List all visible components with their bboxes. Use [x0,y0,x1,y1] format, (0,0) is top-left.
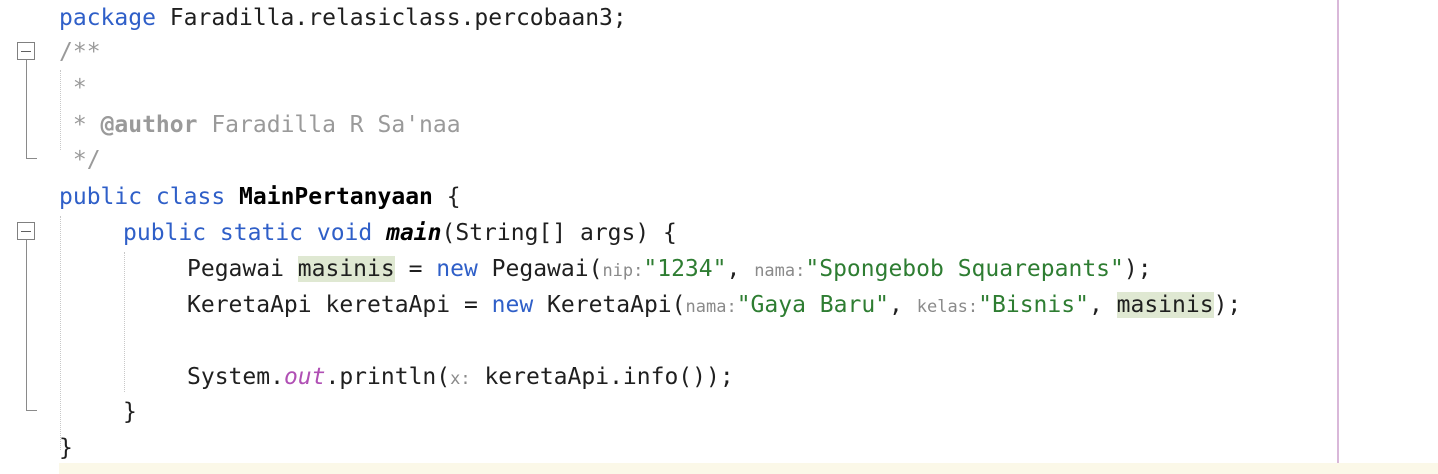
indent-guide [124,252,125,392]
method-name: main [386,220,442,246]
code-text: (String[] args) { [441,220,677,246]
fold-region-end [26,158,37,159]
code-line-4[interactable]: * @author Faradilla R Sa'naa [59,107,461,143]
fold-region-line [26,60,27,158]
code-line-7[interactable]: public static void main(String[] args) { [123,215,677,251]
string-literal: "1234" [643,256,727,282]
code-text: , [1088,292,1117,318]
fold-collapse-icon[interactable] [17,222,35,240]
comment-text: /** [59,39,101,65]
code-text: Pegawai( [477,256,603,282]
indent-guide [60,216,61,450]
comment-text: * [59,112,101,138]
code-line-11[interactable]: System.out.println(x: keretaApi.info()); [187,359,734,395]
fold-region-end [26,410,37,411]
parameter-hint: x: [450,369,471,389]
code-text: , [726,256,755,282]
code-text: KeretaApi keretaApi = [187,292,492,318]
code-line-3[interactable]: * [59,70,87,106]
code-line-8[interactable]: Pegawai masinis = new Pegawai(nip:"1234"… [187,251,1152,287]
class-name: MainPertanyaan [239,184,433,210]
comment-text: */ [59,147,101,173]
keyword: package [59,5,156,31]
comment-text: Faradilla R Sa'naa [197,112,461,138]
string-literal: "Gaya Baru" [736,292,890,318]
comment-text: * [59,75,87,101]
code-line-12[interactable]: } [123,394,137,430]
parameter-hint: nip: [602,261,644,281]
code-text: keretaApi.info()); [470,364,734,390]
parameter-hint: nama: [685,297,737,317]
code-text: = [394,256,437,282]
code-text: { [432,184,461,210]
right-margin-guide [1337,0,1339,474]
code-text: ); [1213,292,1242,318]
keyword: public static void [123,220,373,246]
variable-usage-highlight[interactable]: masinis [297,256,395,282]
code-line-5[interactable]: */ [59,142,101,178]
code-line-1[interactable]: package Faradilla.relasiclass.percobaan3… [59,0,627,36]
parameter-hint: kelas: [916,297,979,317]
parameter-hint: nama: [754,261,806,281]
fold-collapse-icon[interactable] [17,42,35,60]
type-name: Pegawai [187,256,298,282]
code-editor[interactable]: package Faradilla.relasiclass.percobaan3… [0,0,1438,474]
static-field: out [283,364,326,390]
variable-usage-highlight[interactable]: masinis [1116,292,1214,318]
closing-brace: } [123,399,137,425]
keyword: new [436,256,478,282]
code-text: , [889,292,917,318]
code-text: KeretaApi( [533,292,686,318]
current-line-highlight [59,463,1438,474]
keyword: public class [59,184,226,210]
package-name: Faradilla.relasiclass.percobaan3; [155,5,627,31]
fold-region-line [26,240,27,410]
string-literal: "Bisnis" [978,292,1089,318]
keyword: new [491,292,534,318]
code-line-2[interactable]: /** [59,34,101,70]
code-line-6[interactable]: public class MainPertanyaan { [59,179,461,215]
closing-brace: } [59,435,73,461]
javadoc-tag: @author [100,112,198,138]
code-text: .println( [325,364,451,390]
string-literal: "Spongebob Squarepants" [805,256,1124,282]
code-text: System. [187,364,284,390]
code-line-13[interactable]: } [59,430,73,466]
code-line-9[interactable]: KeretaApi keretaApi = new KeretaApi(nama… [187,287,1241,323]
code-text: ); [1123,256,1152,282]
